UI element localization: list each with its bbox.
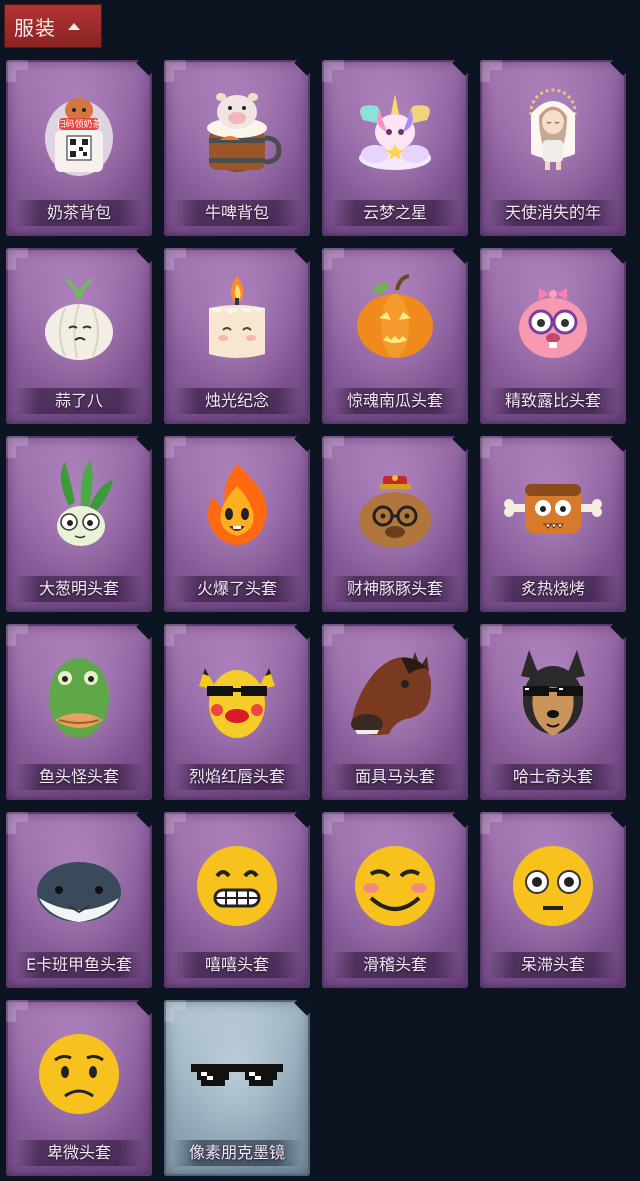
turtle-mask-icon: [37, 862, 121, 922]
beer-barrel-backpack-icon: [207, 93, 282, 172]
unicorn-star-icon: [359, 94, 431, 170]
item-name: 大葱明头套: [14, 576, 144, 602]
flushed-emoji-icon: [513, 846, 593, 926]
pumpkin-icon: [357, 274, 433, 358]
item-name: 哈士奇头套: [488, 764, 618, 790]
item-name: 嘻嘻头套: [172, 952, 302, 978]
item-name: 呆滞头套: [488, 952, 618, 978]
item-name: 火爆了头套: [172, 576, 302, 602]
scallion-icon: [57, 460, 113, 546]
humble-emoji-icon: [39, 1034, 119, 1114]
item-card[interactable]: 天使消失的年: [480, 60, 626, 236]
item-card[interactable]: 嘻嘻头套: [164, 812, 310, 988]
smirk-emoji-icon: [355, 846, 435, 926]
item-name: 天使消失的年: [488, 200, 618, 226]
item-card[interactable]: 烛光纪念: [164, 248, 310, 424]
grinning-emoji-icon: [197, 846, 277, 926]
capybara-god-of-wealth-icon: [359, 475, 431, 548]
fish-head-icon: [49, 658, 109, 738]
item-card[interactable]: 炙热烧烤: [480, 436, 626, 612]
item-card[interactable]: 火爆了头套: [164, 436, 310, 612]
item-name: 奶茶背包: [14, 200, 144, 226]
item-card[interactable]: 鱼头怪头套: [6, 624, 152, 800]
item-card[interactable]: 大葱明头套: [6, 436, 152, 612]
item-card[interactable]: 呆滞头套: [480, 812, 626, 988]
item-name: 烛光纪念: [172, 388, 302, 414]
item-card[interactable]: 烈焰红唇头套: [164, 624, 310, 800]
item-name: 卑微头套: [14, 1140, 144, 1166]
item-card[interactable]: 云梦之星: [322, 60, 468, 236]
angel-figure-icon: [529, 88, 577, 170]
item-grid: 扫码领奶茶 奶茶背包 牛啤背包 云梦之星 天使消失的年 蒜了八 烛光纪念 惊魂南…: [0, 0, 640, 1181]
item-name: 滑稽头套: [330, 952, 460, 978]
item-card[interactable]: 牛啤背包: [164, 60, 310, 236]
item-card[interactable]: 滑稽头套: [322, 812, 468, 988]
horse-mask-icon: [351, 652, 432, 735]
item-card[interactable]: E卡班甲鱼头套: [6, 812, 152, 988]
item-name: 像素朋克墨镜: [172, 1140, 302, 1166]
item-name: E卡班甲鱼头套: [14, 952, 144, 978]
item-name: 惊魂南瓜头套: [330, 388, 460, 414]
item-card[interactable]: 扫码领奶茶 奶茶背包: [6, 60, 152, 236]
item-card[interactable]: 精致露比头套: [480, 248, 626, 424]
husky-mask-icon: [521, 650, 585, 736]
item-name: 蒜了八: [14, 388, 144, 414]
item-card[interactable]: 蒜了八: [6, 248, 152, 424]
item-name: 精致露比头套: [488, 388, 618, 414]
pixel-sunglasses-icon: [191, 1064, 283, 1086]
item-name: 炙热烧烤: [488, 576, 618, 602]
svg-text:扫码领奶茶: 扫码领奶茶: [56, 118, 101, 130]
item-name: 财神豚豚头套: [330, 576, 460, 602]
item-name: 面具马头套: [330, 764, 460, 790]
item-name: 云梦之星: [330, 200, 460, 226]
candle-icon: [209, 276, 265, 358]
fire-spirit-icon: [207, 464, 267, 545]
red-lips-mask-icon: [199, 668, 275, 738]
item-name: 烈焰红唇头套: [172, 764, 302, 790]
item-card[interactable]: 哈士奇头套: [480, 624, 626, 800]
item-name: 牛啤背包: [172, 200, 302, 226]
item-card[interactable]: 卑微头套: [6, 1000, 152, 1176]
grilled-meat-icon: [504, 484, 602, 534]
garlic-icon: [45, 278, 113, 360]
pink-beaver-icon: [519, 288, 587, 358]
item-card[interactable]: 财神豚豚头套: [322, 436, 468, 612]
item-card[interactable]: 惊魂南瓜头套: [322, 248, 468, 424]
item-card[interactable]: 面具马头套: [322, 624, 468, 800]
item-name: 鱼头怪头套: [14, 764, 144, 790]
milk-tea-backpack-icon: 扫码领奶茶: [45, 98, 113, 176]
item-card[interactable]: 像素朋克墨镜: [164, 1000, 310, 1176]
